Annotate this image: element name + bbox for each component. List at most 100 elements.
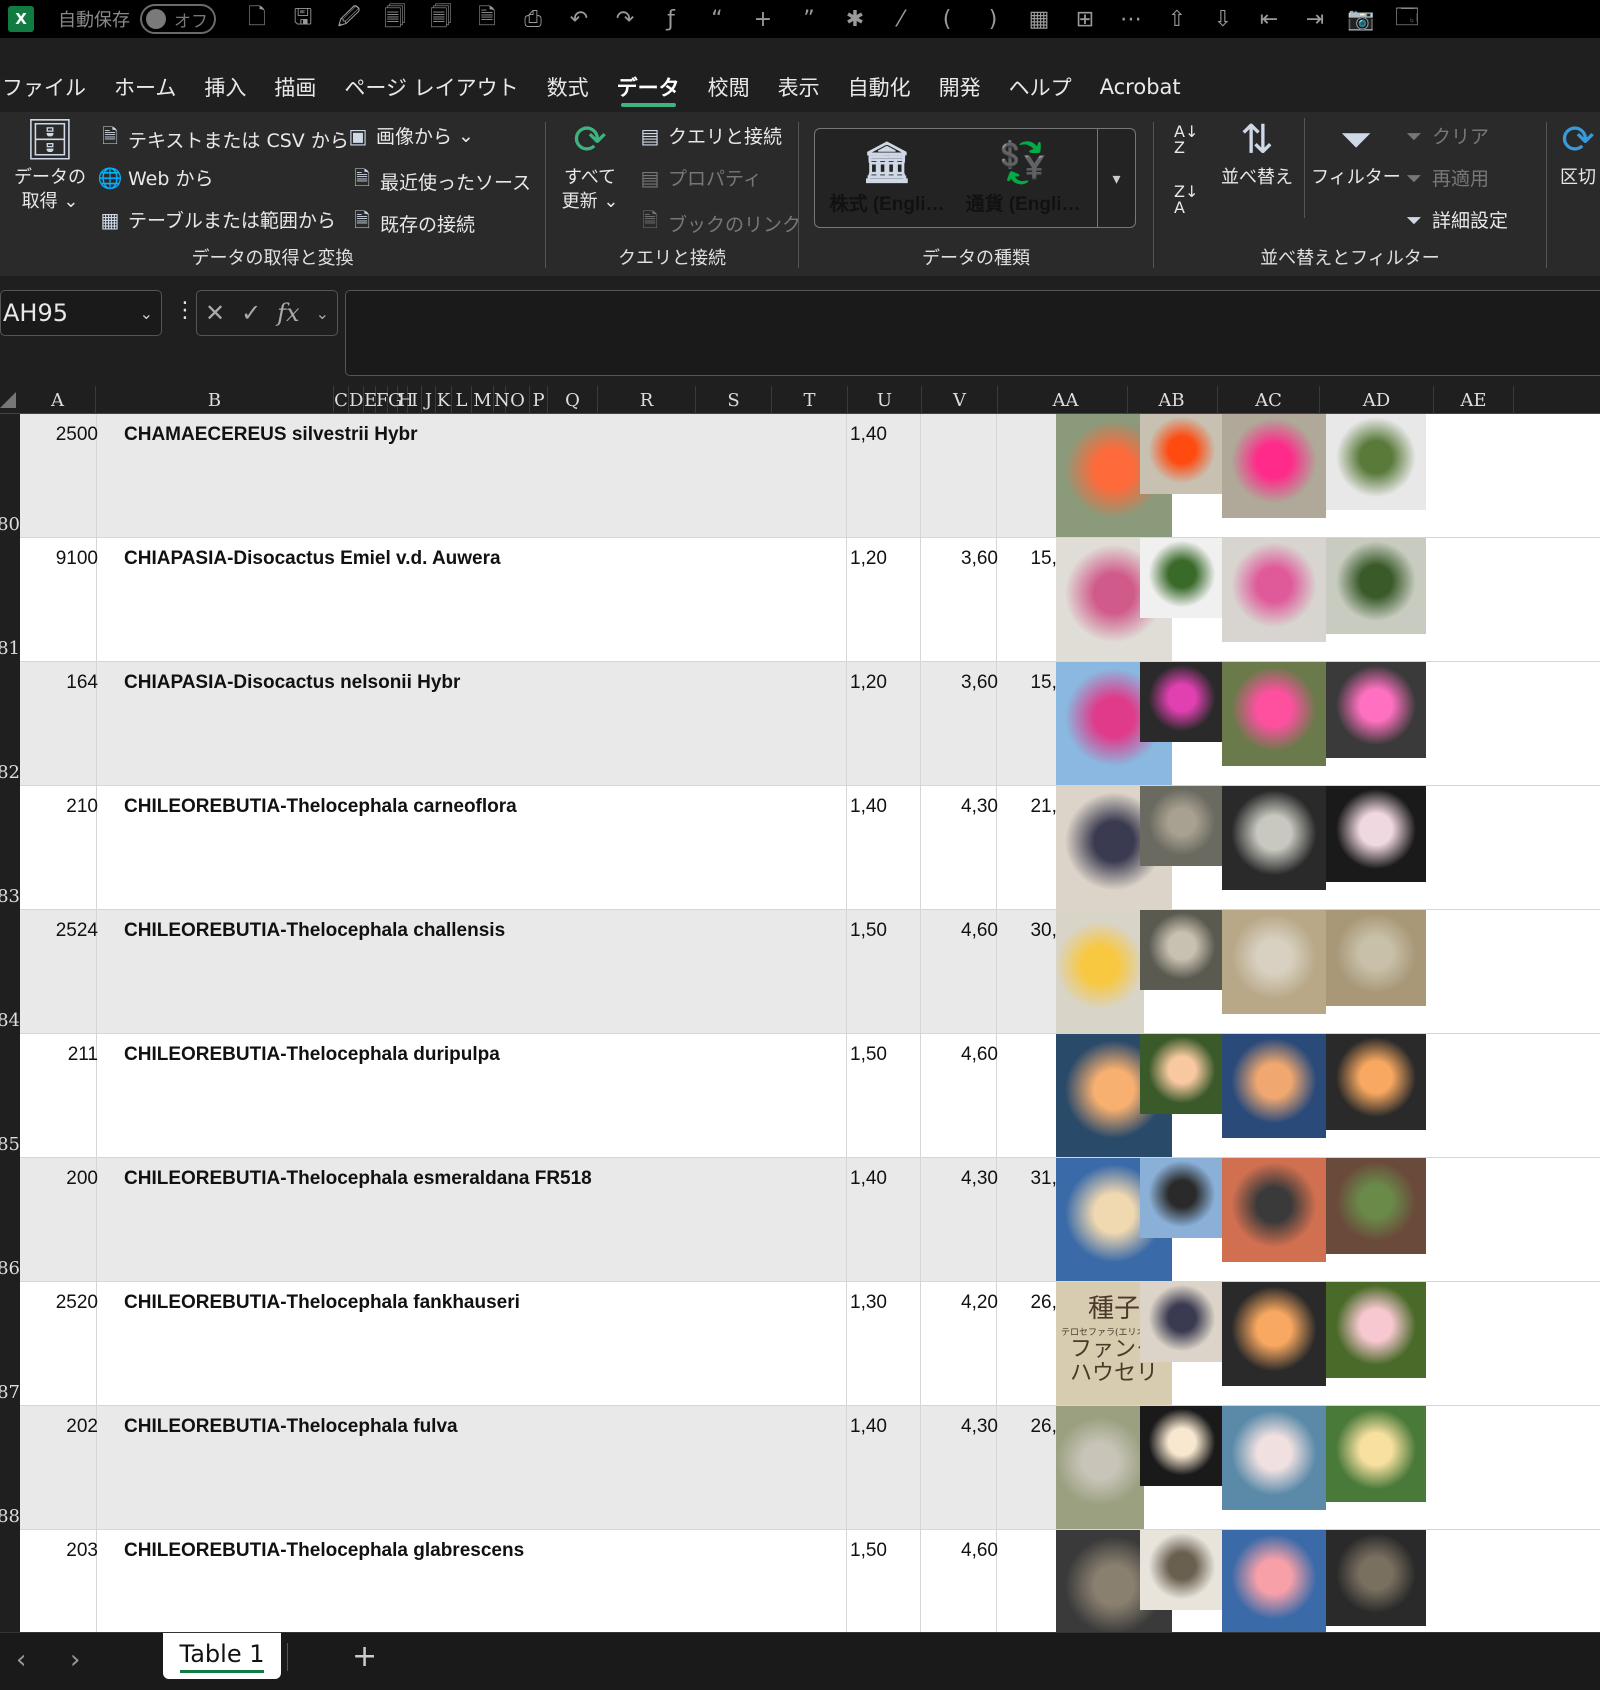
column-header-p[interactable]: P [530, 386, 548, 414]
table-row[interactable]: 203 CHILEOREBUTIA-Thelocephala glabrescen… [20, 1530, 1600, 1632]
column-header-s[interactable]: S [696, 386, 772, 414]
cell-b[interactable]: CHILEOREBUTIA-Thelocephala duripulpa [124, 1044, 500, 1066]
cell-u[interactable]: 4,60 [918, 1044, 998, 1066]
cell-b[interactable]: CHAMAECEREUS silvestrii Hybr [124, 424, 418, 446]
template-icon[interactable]: 🗐 [372, 0, 418, 38]
tab-3[interactable]: 描画 [260, 62, 330, 112]
cell-u[interactable]: 4,60 [918, 1540, 998, 1562]
tab-0[interactable]: ファイル [0, 62, 100, 112]
row-header[interactable]: 86 [0, 1258, 20, 1279]
cell-b[interactable]: CHIAPASIA-Disocactus nelsonii Hybr [124, 672, 460, 694]
print-preview-icon[interactable]: 🗐 [418, 0, 464, 38]
cell-b[interactable]: CHILEOREBUTIA-Thelocephala carneoflora [124, 796, 517, 818]
currencies-button[interactable]: 💱 通貨 (Engli… [957, 129, 1089, 229]
cell-t[interactable]: 1,30 [850, 1292, 908, 1314]
function-icon[interactable]: ƒ [648, 0, 694, 38]
cell-u[interactable]: 4,20 [918, 1292, 998, 1314]
from-image-button[interactable]: ▣ 画像から ⌄ [346, 122, 474, 149]
from-table-button[interactable]: ▦ テーブルまたは範囲から [98, 206, 336, 233]
column-header-r[interactable]: R [598, 386, 696, 414]
grid-icon[interactable]: ⊞ [1062, 0, 1108, 38]
get-data-button[interactable]: 🗄 データの 取得 ⌄ [14, 114, 86, 214]
camera-icon[interactable]: 📷 [1338, 0, 1384, 38]
column-header-ac[interactable]: AC [1218, 386, 1320, 414]
cell-t[interactable]: 1,40 [850, 796, 908, 818]
from-web-button[interactable]: 🌐 Web から [98, 164, 214, 191]
row-header[interactable]: 85 [0, 1134, 20, 1155]
reapply-button[interactable]: ⏷ 再適用 [1402, 164, 1489, 191]
cell-u[interactable]: 4,30 [918, 1168, 998, 1190]
column-header-m[interactable]: M [472, 386, 494, 414]
column-header-e[interactable]: E [364, 386, 377, 414]
cell-u[interactable]: 3,60 [918, 672, 998, 694]
more-options-icon[interactable]: ⋮ [174, 298, 196, 323]
new-file-icon[interactable]: 🗋 [234, 0, 280, 38]
cell-b[interactable]: CHIAPASIA-Disocactus Emiel v.d. Auwera [124, 548, 501, 570]
cell-t[interactable]: 1,50 [850, 920, 908, 942]
cell-u[interactable]: 4,30 [918, 1416, 998, 1438]
save-as-icon[interactable]: 🖉 [326, 0, 372, 38]
table-icon[interactable]: ▦ [1016, 0, 1062, 38]
cell-b[interactable]: CHILEOREBUTIA-Thelocephala glabrescens [124, 1540, 524, 1562]
table-row[interactable]: 202 CHILEOREBUTIA-Thelocephala fulva 1,40 4… [20, 1406, 1600, 1530]
next-sheet-icon[interactable]: › [70, 1645, 80, 1675]
add-sheet-icon[interactable]: + [352, 1639, 377, 1674]
row-header[interactable]: 84 [0, 1010, 20, 1031]
cell-u[interactable]: 4,30 [918, 796, 998, 818]
tab-7[interactable]: 校閲 [694, 62, 764, 112]
column-header-d[interactable]: D [349, 386, 364, 414]
existing-connections-button[interactable]: 🗎 既存の接続 [350, 206, 475, 240]
name-box[interactable]: AH95 ⌄ [0, 290, 162, 336]
download-icon[interactable]: ⇩ [1200, 0, 1246, 38]
cancel-icon[interactable]: ✕ [205, 299, 225, 327]
cell-a[interactable]: 2500 [40, 424, 98, 446]
table-row[interactable]: 200 CHILEOREBUTIA-Thelocephala esmeraldan… [20, 1158, 1600, 1282]
column-header-b[interactable]: B [96, 386, 334, 414]
cell-t[interactable]: 1,40 [850, 1168, 908, 1190]
column-header-ae[interactable]: AE [1434, 386, 1514, 414]
cell-a[interactable]: 164 [40, 672, 98, 694]
table-row[interactable]: 2524 CHILEOREBUTIA-Thelocephala challensi… [20, 910, 1600, 1034]
cell-a[interactable]: 210 [40, 796, 98, 818]
table-row[interactable]: 211 CHILEOREBUTIA-Thelocephala duripulpa 1… [20, 1034, 1600, 1158]
tab-6[interactable]: データ [603, 62, 694, 112]
column-header-a[interactable]: A [20, 386, 96, 414]
cell-u[interactable]: 4,60 [918, 920, 998, 942]
refresh-all-button[interactable]: ⟳ すべて 更新 ⌄ [554, 114, 626, 214]
tab-11[interactable]: ヘルプ [995, 62, 1086, 112]
cell-a[interactable]: 200 [40, 1168, 98, 1190]
tab-9[interactable]: 自動化 [834, 62, 925, 112]
table-row[interactable]: 9100 CHIAPASIA-Disocactus Emiel v.d. Auwe… [20, 538, 1600, 662]
cell-a[interactable]: 211 [40, 1044, 98, 1066]
quote-close-icon[interactable]: ” [786, 0, 832, 38]
column-header-l[interactable]: L [452, 386, 472, 414]
document-icon[interactable]: 🗎 [464, 0, 510, 38]
tab-12[interactable]: Acrobat [1086, 62, 1195, 112]
clear-button[interactable]: ⏷ クリア [1402, 122, 1489, 149]
autosave-toggle[interactable]: オフ [140, 4, 216, 34]
column-header-f[interactable]: F [376, 386, 389, 414]
redo-icon[interactable]: ↷ [602, 0, 648, 38]
tab-4[interactable]: ページ レイアウト [330, 62, 532, 112]
cell-b[interactable]: CHILEOREBUTIA-Thelocephala fulva [124, 1416, 458, 1438]
cell-b[interactable]: CHILEOREBUTIA-Thelocephala challensis [124, 920, 505, 942]
column-header-n[interactable]: N [494, 386, 510, 414]
column-header-t[interactable]: T [772, 386, 848, 414]
stocks-button[interactable]: 🏛 株式 (Engli… [821, 129, 953, 229]
column-header-u[interactable]: U [848, 386, 922, 414]
from-text-csv-button[interactable]: 🗎 テキストまたは CSV から [98, 122, 349, 156]
table-row[interactable]: 164 CHIAPASIA-Disocactus nelsonii Hybr 1,2… [20, 662, 1600, 786]
window-icon[interactable]: 🗔 [1384, 0, 1430, 38]
recent-sources-button[interactable]: 🗎 最近使ったソース [350, 164, 531, 198]
column-header-ab[interactable]: AB [1126, 386, 1218, 414]
tab-1[interactable]: ホーム [100, 62, 190, 112]
quote-open-icon[interactable]: “ [694, 0, 740, 38]
tab-10[interactable]: 開発 [925, 62, 995, 112]
column-header-j[interactable]: J [422, 386, 436, 414]
column-header-h[interactable]: H [398, 386, 414, 414]
cell-b[interactable]: CHILEOREBUTIA-Thelocephala esmeraldana F… [124, 1168, 592, 1190]
cell-a[interactable]: 2524 [40, 920, 98, 942]
cell-t[interactable]: 1,20 [850, 548, 908, 570]
insert-function-icon[interactable]: fx [277, 299, 299, 327]
print-icon[interactable]: ⎙ [510, 0, 556, 38]
